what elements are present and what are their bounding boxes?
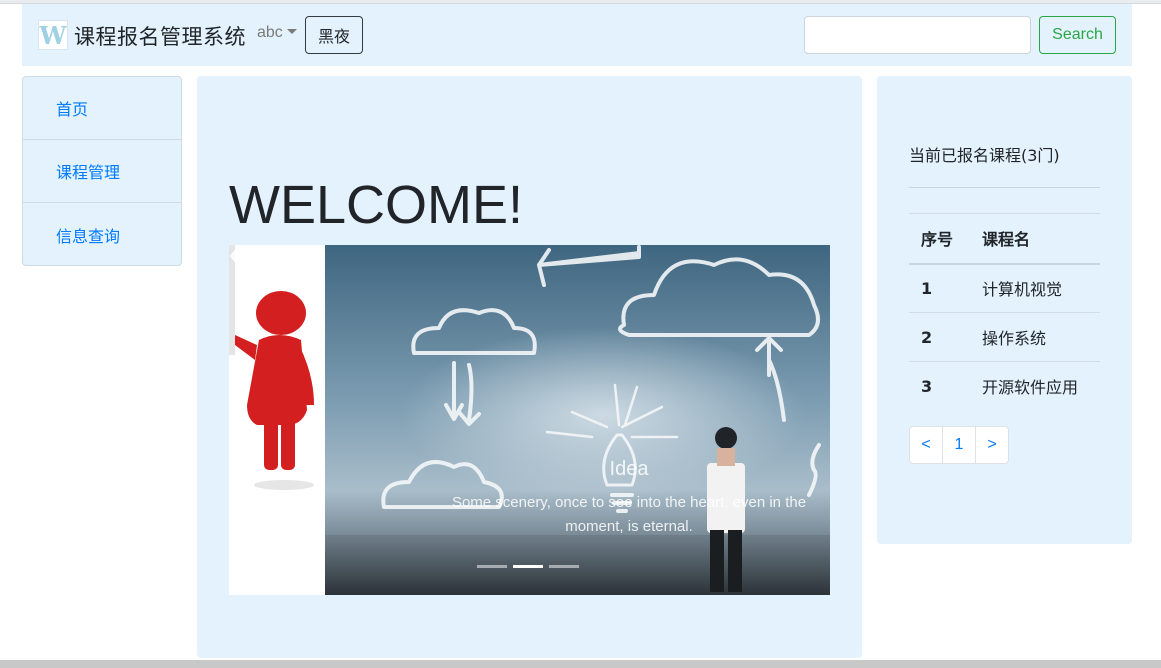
night-mode-button[interactable]: 黑夜 [305, 16, 363, 54]
table-header-row: 序号 课程名 [909, 213, 1100, 265]
svg-text:W: W [39, 21, 67, 49]
pagination-page-1[interactable]: 1 [942, 426, 976, 464]
column-header-no: 序号 [909, 213, 970, 265]
row-number: 2 [909, 312, 970, 362]
row-number: 1 [909, 263, 970, 313]
table-row: 1 计算机视觉 [909, 263, 1100, 313]
enrolled-courses-table: 序号 课程名 1 计算机视觉 2 操作系统 3 开源软件应用 [909, 213, 1100, 411]
welcome-heading: WELCOME! [229, 175, 524, 235]
carousel-indicators [477, 565, 579, 568]
carousel-prev-control[interactable] [229, 245, 319, 595]
sidebar-item-info-query[interactable]: 信息查询 [23, 203, 181, 265]
sidebar-item-course-management[interactable]: 课程管理 [23, 140, 181, 203]
main-content: WELCOME! Idea Some scenery, once to see … [197, 76, 862, 658]
row-number: 3 [909, 361, 970, 411]
carousel-indicator-active[interactable] [513, 565, 543, 568]
table-row: 2 操作系统 [909, 312, 1100, 362]
enrolled-courses-panel: 当前已报名课程(3门) 序号 课程名 1 计算机视觉 2 操作系统 3 开源软件… [877, 76, 1132, 544]
pagination: < 1 > [909, 426, 1009, 464]
sidebar-item-home[interactable]: 首页 [23, 77, 181, 140]
caret-down-icon [286, 29, 297, 34]
carousel-indicator[interactable] [477, 565, 507, 568]
course-name: 计算机视觉 [970, 263, 1100, 313]
horizontal-scrollbar[interactable] [0, 660, 1161, 668]
table-row: 3 开源软件应用 [909, 361, 1100, 411]
user-dropdown[interactable]: abc [257, 24, 297, 42]
carousel-caption-title: Idea [609, 458, 649, 480]
brand-title[interactable]: 课程报名管理系统 [74, 21, 246, 51]
enrolled-courses-title: 当前已报名课程(3门) [909, 146, 1060, 165]
divider [909, 187, 1100, 188]
carousel-caption-text: Some scenery, once to see into the heart… [451, 494, 807, 535]
chevron-left-icon [230, 245, 242, 267]
carousel-slide-image [229, 245, 830, 595]
course-name: 开源软件应用 [970, 361, 1100, 411]
image-carousel[interactable]: Idea Some scenery, once to see into the … [229, 245, 830, 595]
column-header-course-name: 课程名 [970, 213, 1100, 265]
w-logo-icon: W [39, 21, 67, 49]
carousel-indicator[interactable] [549, 565, 579, 568]
pagination-next-button[interactable]: > [975, 426, 1009, 464]
course-name: 操作系统 [970, 312, 1100, 362]
sidebar: 首页 课程管理 信息查询 [22, 76, 182, 266]
navbar: W 课程报名管理系统 abc 黑夜 Search [22, 4, 1132, 66]
search-button[interactable]: Search [1039, 16, 1116, 54]
pagination-prev-button[interactable]: < [909, 426, 943, 464]
user-dropdown-label: abc [257, 24, 283, 41]
search-input[interactable] [804, 16, 1031, 54]
brand-logo[interactable]: W [38, 20, 68, 50]
